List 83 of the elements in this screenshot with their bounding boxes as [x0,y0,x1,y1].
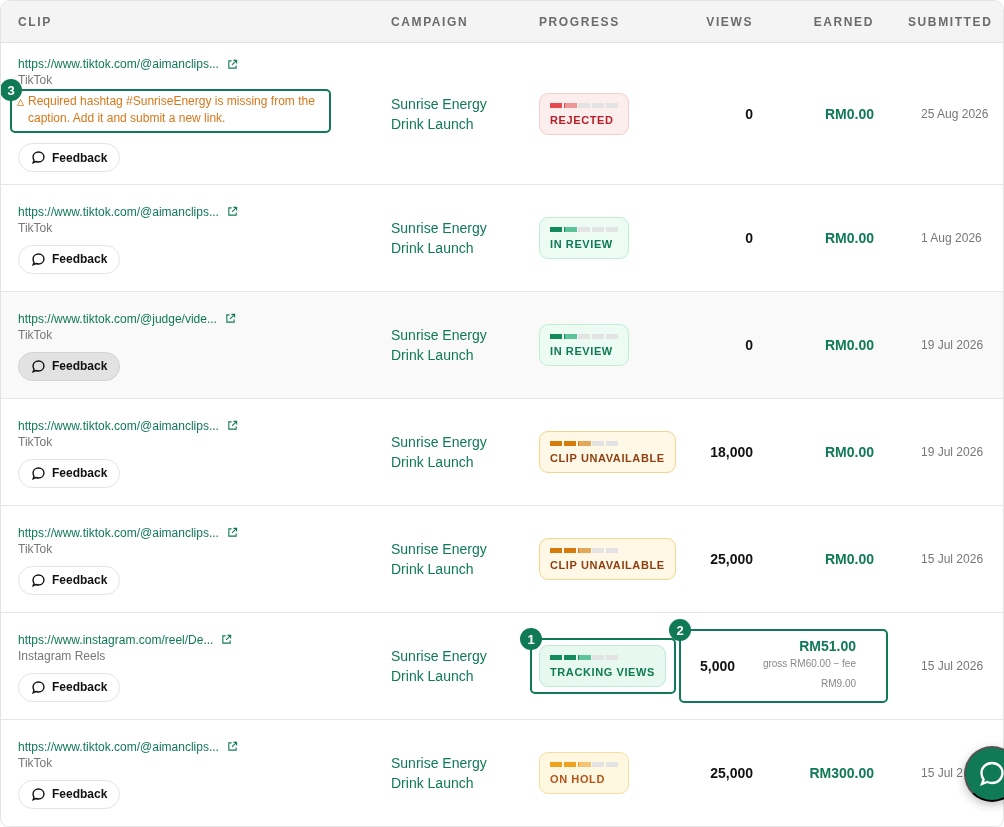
campaign-link[interactable]: Sunrise Energy Drink Launch [374,432,522,472]
campaign-link[interactable]: Sunrise Energy Drink Launch [374,539,522,579]
feedback-button[interactable]: Feedback [18,779,121,809]
column-header: VIEWS [705,14,754,29]
submitted-date: 15 Jul 2 [921,766,964,780]
earned-amount: RM300.00 [809,765,874,781]
external-link-icon[interactable] [224,313,236,324]
feedback-button[interactable]: Feedback [18,143,121,172]
status-badge: IN REVIEW [539,217,629,259]
platform-label: TikTok [18,220,53,235]
speech-bubble-icon [31,679,46,695]
column-header: EARNED [812,14,875,29]
speech-bubble-icon [31,251,46,267]
feedback-button[interactable]: Feedback [18,458,121,488]
clip-link[interactable]: https://www.tiktok.com/@aimanclips... [18,525,219,540]
views-count: 0 [744,105,754,122]
clip-link[interactable]: https://www.tiktok.com/@aimanclips... [18,418,219,433]
views-count: 25,000 [709,765,754,781]
earned-amount: RM0.00 [824,105,874,122]
campaign-link[interactable]: Sunrise Energy Drink Launch [374,753,522,793]
column-header: SUBMITTED [907,14,994,29]
speech-bubble-icon [31,465,46,481]
status-badge: REJECTED [539,92,629,135]
clip-link[interactable]: https://www.tiktok.com/@aimanclips... [18,204,219,219]
submitted-date: 25 Aug 2026 [921,106,989,121]
views-count: 18,000 [709,444,754,460]
clip-link[interactable]: https://www.instagram.com/reel/De... [18,632,214,647]
external-link-icon[interactable] [226,527,238,538]
views-count: 0 [744,230,754,246]
status-badge: IN REVIEW [539,324,629,366]
status-badge: CLIP UNAVAILABLE [539,538,676,580]
column-header: CLIP [17,14,53,29]
clip-link[interactable]: https://www.tiktok.com/@judge/vide... [18,311,217,326]
earned-amount: RM0.00 [824,551,874,567]
chat-icon [978,760,1004,788]
status-badge: TRACKING VIEWS [539,645,666,687]
earnings-breakdown: gross RM60.00 − fee RM9.00 [761,657,856,691]
external-link-icon[interactable] [226,420,238,431]
campaign-link[interactable]: Sunrise Energy Drink Launch [374,646,522,686]
error-message: Required hashtag #SunriseEnergy is missing from the caption. Add it and submit a new link. [28,93,316,127]
warning-icon [17,99,24,106]
column-header: PROGRESS [538,14,621,29]
campaign-link[interactable]: Sunrise Energy Drink Launch [374,325,522,365]
status-badge: CLIP UNAVAILABLE [539,431,676,473]
submitted-date: 19 Jul 2026 [921,338,984,352]
external-link-icon[interactable] [226,58,238,70]
feedback-button[interactable]: Feedback [18,351,121,381]
earned-amount: RM0.00 [824,337,874,353]
chat-button[interactable] [964,746,1004,802]
status-badge: ON HOLD [539,752,629,794]
external-link-icon[interactable] [226,741,238,752]
speech-bubble-icon [31,786,46,802]
earned-amount: RM51.00 [799,638,856,654]
views-count: 0 [744,337,754,353]
campaign-link[interactable]: Sunrise Energy Drink Launch [374,218,522,258]
clip-link[interactable]: https://www.tiktok.com/@aimanclips... [18,739,219,754]
feedback-button[interactable]: Feedback [18,565,121,595]
feedback-button[interactable]: Feedback [18,244,121,274]
feedback-button[interactable]: Feedback [18,672,121,702]
submitted-date: 1 Aug 2026 [921,231,982,245]
callout-number: 1 [520,628,542,650]
callout-number: 2 [669,619,691,641]
platform-label: TikTok [18,541,53,556]
platform-label: TikTok [18,755,53,770]
campaign-link[interactable]: Sunrise Energy Drink Launch [374,93,522,134]
clip-link[interactable]: https://www.tiktok.com/@aimanclips... [18,57,219,71]
callout-number: 3 [1,79,22,101]
platform-label: TikTok [18,434,53,449]
submitted-date: 15 Jul 2026 [921,552,984,566]
platform-label: Instagram Reels [18,648,106,663]
views-count: 25,000 [709,551,754,567]
earned-amount: RM0.00 [824,444,874,460]
earned-amount: RM0.00 [824,230,874,246]
column-header: CAMPAIGN [390,14,470,29]
speech-bubble-icon [31,572,46,588]
submitted-date: 15 Jul 2026 [921,659,984,673]
external-link-icon[interactable] [226,206,238,217]
views-count: 5,000 [698,658,736,674]
speech-bubble-icon [31,358,46,374]
platform-label: TikTok [18,327,53,342]
external-link-icon[interactable] [221,634,233,645]
speech-bubble-icon [31,150,46,165]
submitted-date: 19 Jul 2026 [921,445,984,459]
